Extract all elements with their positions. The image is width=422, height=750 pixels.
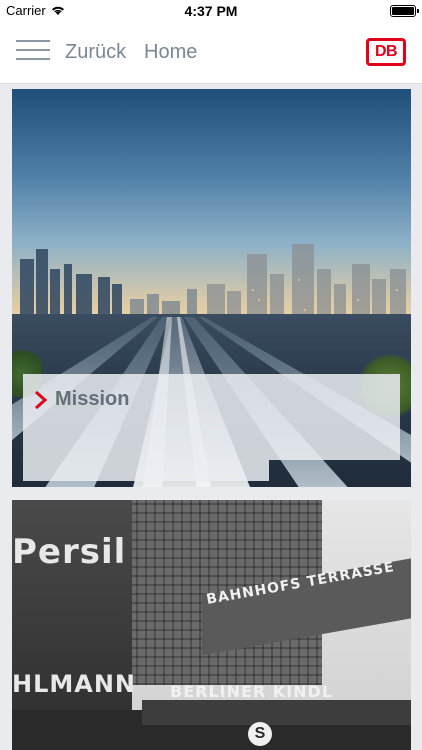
status-bar: Carrier 4:37 PM [0,0,422,22]
sign-persil: Persil [12,532,127,572]
mission-card[interactable]: Mission [12,89,411,487]
battery-icon [390,5,419,17]
nav-bar: Zurück Home DB [0,22,422,84]
db-logo[interactable]: DB [366,38,406,66]
page-title: Home [144,41,198,63]
card-label-box: Mission [23,374,400,481]
sign-berliner-kindl: BERLINER KINDL [170,682,334,701]
status-time: 4:37 PM [184,3,238,19]
s-bahn-logo: S [248,722,272,746]
station-awning [142,700,411,725]
sign-hlmann: HLMANN [12,670,137,698]
card-label: Mission [34,388,129,411]
content: Mission Persil BAHNHOFS TERRASSE BERLINE… [0,84,422,750]
station-card[interactable]: Persil BAHNHOFS TERRASSE BERLINER KINDL … [12,500,411,750]
back-button[interactable]: Zurück [65,41,126,64]
chevron-right-icon [35,390,48,409]
card-title: Mission [55,388,130,410]
menu-icon[interactable] [16,40,50,64]
